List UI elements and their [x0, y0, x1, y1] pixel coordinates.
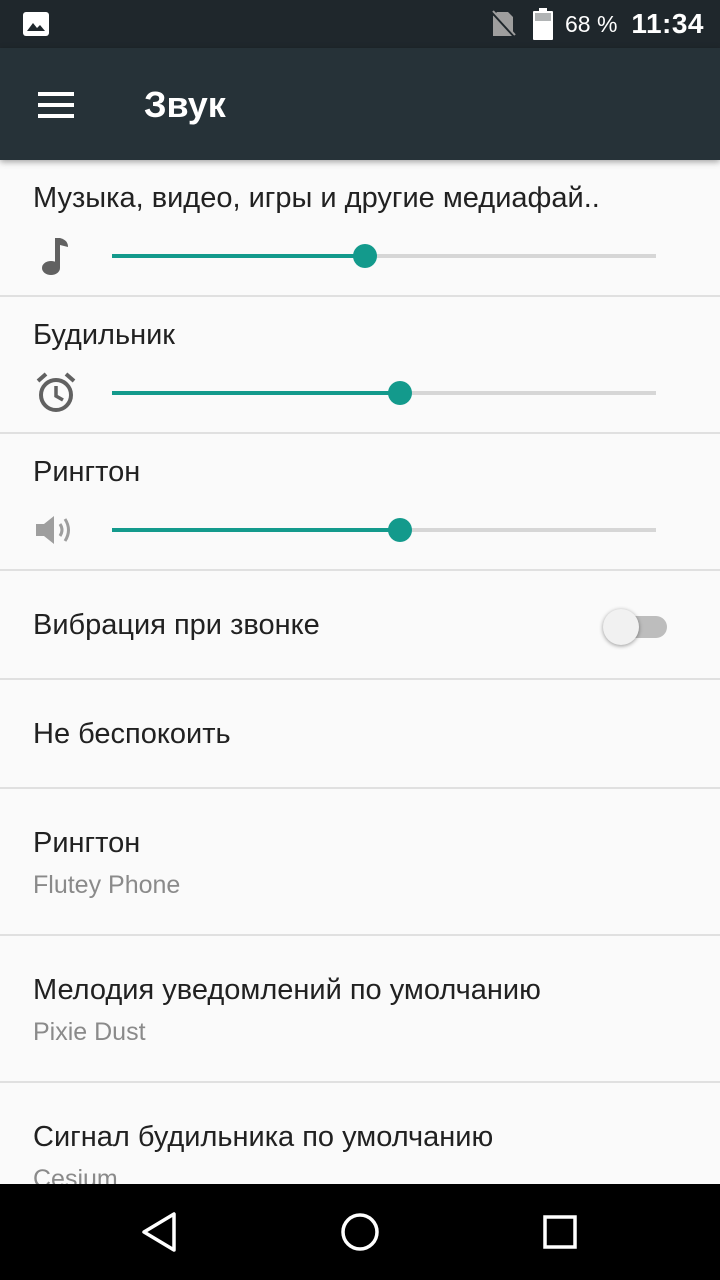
ringtone-volume-row: Рингтон: [0, 434, 720, 571]
recents-icon[interactable]: [538, 1210, 582, 1254]
do-not-disturb-row[interactable]: Не беспокоить: [0, 680, 720, 789]
do-not-disturb-label: Не беспокоить: [33, 718, 231, 750]
battery-icon: [533, 8, 553, 40]
speaker-icon: [36, 516, 70, 544]
media-volume-label: Музыка, видео, игры и другие медиафай..: [33, 182, 600, 214]
back-icon[interactable]: [138, 1210, 182, 1254]
alarm-volume-label: Будильник: [33, 319, 175, 351]
media-volume-fill: [112, 254, 365, 258]
media-volume-row: Музыка, видео, игры и другие медиафай..: [0, 160, 720, 297]
phone-ringtone-value: Flutey Phone: [33, 871, 181, 899]
notification-sound-row[interactable]: Мелодия уведомлений по умолчанию Pixie D…: [0, 936, 720, 1083]
phone-ringtone-label: Рингтон: [33, 827, 141, 859]
vibrate-on-ring-switch[interactable]: [603, 609, 667, 645]
alarm-sound-row[interactable]: Сигнал будильника по умолчанию Cesium: [0, 1083, 720, 1184]
status-bar: 68 % 11:34: [0, 0, 720, 48]
ringtone-volume-thumb[interactable]: [388, 518, 413, 542]
notification-sound-label: Мелодия уведомлений по умолчанию: [33, 974, 541, 1006]
page-title: Звук: [144, 84, 226, 125]
settings-list[interactable]: Музыка, видео, игры и другие медиафай.. …: [0, 160, 720, 1184]
home-icon[interactable]: [338, 1210, 382, 1254]
no-sim-icon: [490, 10, 516, 38]
ringtone-volume-slider[interactable]: [112, 518, 656, 542]
alarm-volume-thumb[interactable]: [388, 381, 413, 405]
ringtone-volume-fill: [112, 528, 401, 532]
app-bar: Звук: [0, 48, 720, 160]
alarm-volume-slider[interactable]: [112, 381, 656, 405]
status-clock: 11:34: [631, 8, 704, 39]
switch-knob: [603, 609, 639, 645]
alarm-sound-value: Cesium: [33, 1165, 118, 1184]
media-volume-slider[interactable]: [112, 244, 656, 268]
media-volume-thumb[interactable]: [352, 244, 377, 268]
phone-ringtone-row[interactable]: Рингтон Flutey Phone: [0, 789, 720, 936]
battery-percentage: 68 %: [565, 11, 618, 37]
navigation-bar: [0, 1184, 720, 1280]
image-notification-icon: [23, 12, 49, 36]
notification-sound-value: Pixie Dust: [33, 1018, 146, 1046]
alarm-volume-row: Будильник: [0, 297, 720, 434]
alarm-volume-fill: [112, 391, 401, 395]
ringtone-volume-label: Рингтон: [33, 456, 141, 488]
alarm-sound-label: Сигнал будильника по умолчанию: [33, 1121, 494, 1153]
alarm-clock-icon: [36, 372, 76, 412]
music-note-icon: [42, 238, 68, 275]
vibrate-on-ring-label: Вибрация при звонке: [33, 609, 320, 641]
vibrate-on-ring-row[interactable]: Вибрация при звонке: [0, 571, 720, 680]
menu-icon[interactable]: [38, 92, 74, 118]
